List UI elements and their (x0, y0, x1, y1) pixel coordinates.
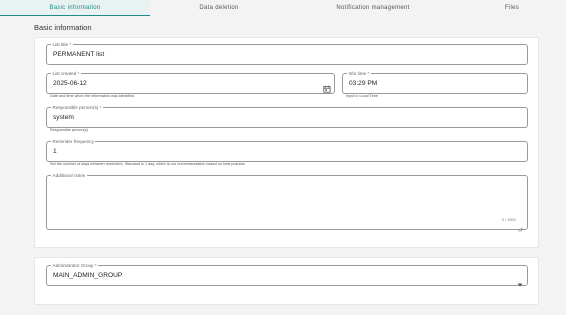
responsible-field[interactable]: Responsible person(s) * system (46, 105, 528, 128)
additional-notes-field[interactable]: Additional notes 0 / 1500 (46, 173, 528, 232)
tab-files[interactable]: Files (458, 0, 566, 16)
tab-notification-management[interactable]: Notification management (288, 0, 458, 16)
administrator-group-value[interactable]: MAIN_ADMIN_GROUP (53, 272, 122, 280)
resize-handle-icon[interactable] (518, 219, 523, 237)
time-value[interactable]: 03:29 PM (349, 80, 377, 88)
character-counter: 0 / 1500 (502, 218, 516, 222)
section-title: Basic information (34, 23, 92, 32)
chevron-down-icon[interactable] (517, 274, 523, 292)
responsible-label: Responsible person(s) * (51, 105, 104, 110)
tab-bar: Basic information Data deletion Notifica… (0, 0, 566, 16)
calendar-icon[interactable] (323, 80, 331, 98)
reminder-frequency-label: Reminder frequency (51, 139, 96, 144)
additional-notes-label: Additional notes (51, 173, 87, 178)
list-title-value[interactable]: PERMANENT list (53, 51, 104, 59)
list-title-label: List title * (51, 42, 73, 47)
list-title-field[interactable]: List title * PERMANENT list (46, 42, 528, 65)
responsible-value[interactable]: system (53, 114, 74, 122)
list-created-field[interactable]: List created * 2025-06-12 (46, 71, 335, 94)
list-created-label: List created * (51, 71, 81, 76)
tab-data-deletion[interactable]: Data deletion (150, 0, 288, 16)
administrator-group-select[interactable]: Administrator Group * MAIN_ADMIN_GROUP (46, 263, 528, 287)
list-created-helper: Date and time when the information was i… (50, 94, 135, 98)
time-helper: Input in Local Time (346, 94, 378, 98)
list-created-value[interactable]: 2025-06-12 (53, 80, 87, 88)
reminder-frequency-field[interactable]: Reminder frequency 1 (46, 139, 528, 162)
reminder-frequency-value[interactable]: 1 (53, 148, 57, 156)
time-field[interactable]: Info time * 03:29 PM (342, 71, 528, 94)
responsible-helper: Responsible person(s) (50, 128, 88, 132)
administrator-group-label: Administrator Group * (51, 263, 99, 268)
time-label: Info time * (347, 71, 371, 76)
tab-basic-information[interactable]: Basic information (0, 0, 150, 16)
reminder-frequency-helper: Set the number of days between reminders… (50, 162, 246, 166)
